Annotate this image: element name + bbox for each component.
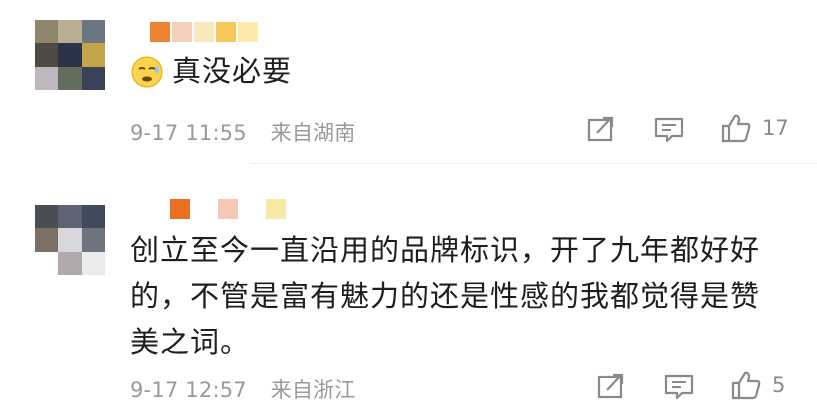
avatar-pixel (35, 20, 59, 44)
avatar-pixel (35, 66, 59, 90)
comment-icon (662, 372, 696, 402)
username[interactable] (170, 199, 286, 219)
comment-text: 创立至今一直沿用的品牌标识，开了九年都好好 的，不管是富有魅力的还是性感的我都觉… (130, 233, 761, 359)
comment-meta: 9-17 11:55 来自湖南 (130, 117, 355, 147)
avatar-pixel (81, 20, 105, 44)
username-pixel (194, 22, 214, 42)
username-pixel (170, 199, 190, 219)
username-pixel (238, 22, 258, 42)
comment-time: 9-17 11:55 (130, 121, 247, 145)
username[interactable] (150, 22, 258, 42)
avatar-pixel (35, 205, 59, 229)
repost-button[interactable] (595, 371, 627, 401)
avatar-pixel (81, 66, 105, 90)
sweat-emoji-icon (130, 55, 164, 89)
avatar-pixel (58, 205, 82, 229)
avatar-pixel (58, 20, 82, 44)
avatar[interactable] (35, 20, 105, 90)
like-icon (730, 369, 762, 401)
like-button[interactable]: 5 (730, 369, 785, 401)
avatar-pixel (35, 251, 59, 275)
repost-button[interactable] (585, 114, 617, 144)
divider (250, 163, 817, 164)
avatar-pixel (81, 228, 105, 252)
username-pixel (150, 22, 170, 42)
avatar-pixel (58, 228, 82, 252)
avatar-pixel (35, 228, 59, 252)
repost-icon (585, 114, 617, 144)
like-count: 5 (772, 373, 786, 397)
username-pixel (266, 199, 286, 219)
comment-item: 真没必要 9-17 11:55 来自湖南 17 (0, 0, 817, 170)
username-pixel (218, 199, 238, 219)
avatar-pixel (58, 66, 82, 90)
avatar-pixel (81, 205, 105, 229)
avatar[interactable] (35, 205, 105, 275)
comment-source: 来自浙江 (270, 378, 356, 402)
comment-meta: 9-17 12:57 来自浙江 (130, 374, 355, 404)
avatar-pixel (81, 251, 105, 275)
like-button[interactable]: 17 (720, 112, 789, 144)
avatar-pixel (81, 43, 105, 67)
avatar-pixel (58, 251, 82, 275)
comment-button[interactable] (662, 372, 696, 402)
comment-item: 创立至今一直沿用的品牌标识，开了九年都好好 的，不管是富有魅力的还是性感的我都觉… (0, 165, 817, 415)
username-pixel (216, 22, 236, 42)
username-pixel (172, 22, 192, 42)
repost-icon (595, 371, 627, 401)
comment-button[interactable] (652, 115, 686, 145)
comment-icon (652, 115, 686, 145)
avatar-pixel (35, 43, 59, 67)
comment-source: 来自湖南 (270, 121, 356, 145)
avatar-pixel (58, 43, 82, 67)
comment-text: 真没必要 (130, 52, 292, 91)
comment-time: 9-17 12:57 (130, 378, 247, 402)
like-count: 17 (762, 116, 789, 140)
like-icon (720, 112, 752, 144)
